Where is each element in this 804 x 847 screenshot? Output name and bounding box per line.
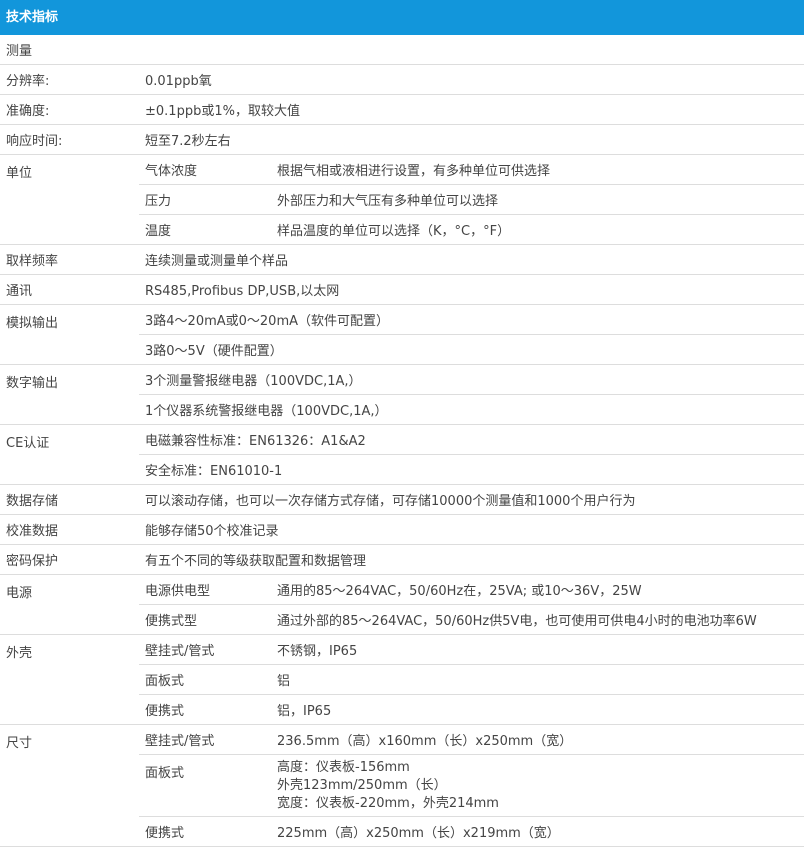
table-row: 尺寸 壁挂式/管式 236.5mm（高）x160mm（长）x250mm（宽） [0,724,804,847]
measurement-title: 测量 [0,35,804,65]
housing-name: 面板式 [139,664,271,695]
digital-value: 1个仪器系统警报继电器（100VDC,1A,） [139,394,804,425]
size-line: 外壳123mm/250mm（长） [277,777,447,793]
table-row: 通讯 RS485,Profibus DP,USB,以太网 [0,274,804,305]
table-row: 密码保护 有五个不同的等级获取配置和数据管理 [0,544,804,575]
resolution-label: 分辨率: [0,64,139,95]
ce-label: CE认证 [0,424,139,485]
sampling-value: 连续测量或测量单个样品 [139,244,804,275]
housing-name: 便携式 [139,694,271,725]
sampling-label: 取样频率 [0,244,139,275]
digital-value: 3个测量警报继电器（100VDC,1A,） [139,364,804,395]
table-row: 数据存储 可以滚动存储，也可以一次存储方式存储，可存储10000个测量值和100… [0,484,804,515]
housing-value: 铝，IP65 [271,694,804,725]
power-value: 通用的85～264VAC，50/60Hz在，25VA; 或10～36V，25W [271,574,804,605]
digital-label: 数字输出 [0,364,139,425]
housing-value: 铝 [271,664,804,695]
size-label: 尺寸 [0,724,139,847]
spec-table: 测量 分辨率: 0.01ppb氧 准确度: ±0.1ppb或1%，取较大值 响应… [0,35,804,847]
size-value: 225mm（高）x250mm（长）x219mm（宽） [271,816,804,847]
size-value: 高度：仪表板-156mm 外壳123mm/250mm（长） 宽度：仪表板-220… [271,754,804,817]
size-value: 236.5mm（高）x160mm（长）x250mm（宽） [271,724,804,755]
table-row: 响应时间: 短至7.2秒左右 [0,124,804,155]
table-row: 准确度: ±0.1ppb或1%，取较大值 [0,94,804,125]
analog-value: 3路0～5V（硬件配置） [139,334,804,365]
power-name: 电源供电型 [139,574,271,605]
unit-name: 气体浓度 [139,154,271,185]
unit-value: 样品温度的单位可以选择（K，°C，°F） [271,214,804,245]
table-row: CE认证 电磁兼容性标准：EN61326：A1&A2 [0,424,804,485]
unit-name: 压力 [139,184,271,215]
resolution-value: 0.01ppb氧 [139,64,804,95]
analog-label: 模拟输出 [0,304,139,365]
unit-value: 外部压力和大气压有多种单位可以选择 [271,184,804,215]
table-row: 分辨率: 0.01ppb氧 [0,64,804,95]
table-row: 外壳 壁挂式/管式 不锈钢，IP65 [0,634,804,725]
ce-value: 安全标准：EN61010-1 [139,454,804,485]
response-value: 短至7.2秒左右 [139,124,804,155]
table-row: 单位 气体浓度 根据气相或液相进行设置，有多种单位可供选择 [0,154,804,245]
size-line: 高度：仪表板-156mm [277,759,410,775]
size-line: 宽度：仪表板-220mm，外壳214mm [277,795,499,811]
housing-value: 不锈钢，IP65 [271,634,804,665]
power-name: 便携式型 [139,604,271,635]
units-label: 单位 [0,154,139,245]
accuracy-value: ±0.1ppb或1%，取较大值 [139,94,804,125]
storage-value: 可以滚动存储，也可以一次存储方式存储，可存储10000个测量值和1000个用户行… [139,484,804,515]
table-row: 取样频率 连续测量或测量单个样品 [0,244,804,275]
calib-label: 校准数据 [0,514,139,545]
unit-value: 根据气相或液相进行设置，有多种单位可供选择 [271,154,804,185]
unit-name: 温度 [139,214,271,245]
comm-value: RS485,Profibus DP,USB,以太网 [139,274,804,305]
table-row: 模拟输出 3路4～20mA或0～20mA（软件可配置） [0,304,804,365]
section-header: 技术指标 [0,0,804,35]
comm-label: 通讯 [0,274,139,305]
analog-value: 3路4～20mA或0～20mA（软件可配置） [139,304,804,335]
size-name: 壁挂式/管式 [139,724,271,755]
power-value: 通过外部的85～264VAC，50/60Hz供5V电，也可使用可供电4小时的电池… [271,604,804,635]
table-row: 数字输出 3个测量警报继电器（100VDC,1A,） [0,364,804,425]
password-value: 有五个不同的等级获取配置和数据管理 [139,544,804,575]
size-name: 便携式 [139,816,271,847]
storage-label: 数据存储 [0,484,139,515]
housing-label: 外壳 [0,634,139,725]
password-label: 密码保护 [0,544,139,575]
table-row: 校准数据 能够存储50个校准记录 [0,514,804,545]
housing-name: 壁挂式/管式 [139,634,271,665]
size-name: 面板式 [139,754,271,817]
table-row: 电源 电源供电型 通用的85～264VAC，50/60Hz在，25VA; 或10… [0,574,804,635]
calib-value: 能够存储50个校准记录 [139,514,804,545]
table-row: 测量 [0,35,804,65]
power-label: 电源 [0,574,139,635]
accuracy-label: 准确度: [0,94,139,125]
ce-value: 电磁兼容性标准：EN61326：A1&A2 [139,424,804,455]
response-label: 响应时间: [0,124,139,155]
